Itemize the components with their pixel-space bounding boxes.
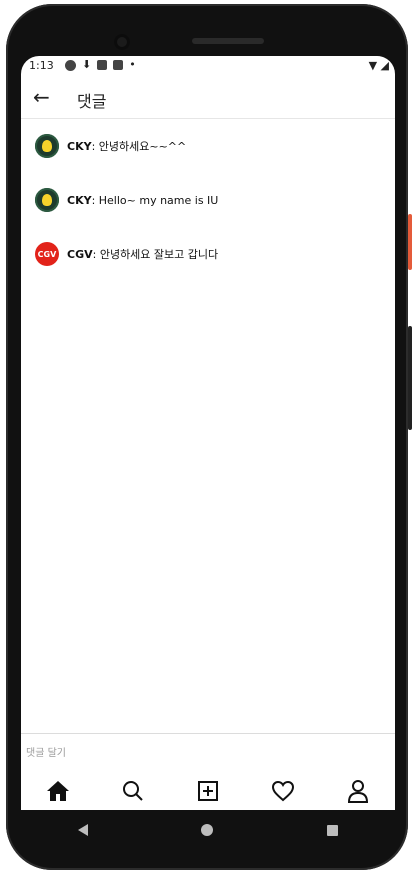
front-camera	[114, 34, 130, 50]
top-app-bar: ← 댓글	[21, 78, 395, 119]
app-notification-icon	[65, 59, 76, 71]
comment-input[interactable]	[24, 742, 388, 764]
add-post-button[interactable]	[193, 776, 223, 806]
power-button[interactable]	[408, 214, 412, 270]
home-button[interactable]	[43, 776, 73, 806]
status-time: 1:13	[29, 59, 54, 72]
heart-icon	[271, 780, 294, 801]
comment-text: CKY: Hello~ my name is IU	[67, 194, 218, 207]
comment-text: CKY: 안녕하세요~~^^	[67, 138, 186, 154]
system-back-icon[interactable]	[77, 824, 88, 836]
a-notification-icon	[97, 60, 108, 70]
back-arrow-icon[interactable]: ←	[33, 87, 50, 107]
avatar-logo-text: CGV	[37, 249, 57, 259]
comment-username[interactable]: CKY	[67, 140, 92, 153]
comment-body: : Hello~ my name is IU	[91, 193, 219, 207]
avatar[interactable]: CGV	[35, 242, 59, 266]
volume-button[interactable]	[408, 326, 412, 430]
dot-icon: •	[129, 58, 136, 71]
bottom-navigation	[21, 771, 395, 810]
page-title: 댓글	[77, 92, 107, 111]
wifi-icon: ▼	[368, 59, 378, 72]
profile-button[interactable]	[343, 776, 373, 806]
comment-item: CGV CGV: 안녕하세요 잘보고 갑니다	[21, 227, 395, 281]
image-notification-icon	[113, 60, 124, 70]
comment-text: CGV: 안녕하세요 잘보고 갑니다	[67, 246, 218, 262]
system-navigation-bar	[21, 810, 395, 850]
system-recent-apps-icon[interactable]	[327, 824, 339, 836]
status-system-icons: ▼ ◢	[369, 59, 389, 72]
system-home-icon[interactable]	[201, 824, 214, 836]
status-notification-icons: ⬇ •	[65, 58, 136, 72]
search-button[interactable]	[118, 776, 148, 806]
speaker-grille	[192, 38, 264, 44]
app-screen: 1:13 ⬇ • ▼ ◢ ← 댓글 CKY: 안녕하세요~~^^ CKY: He…	[21, 56, 395, 810]
status-bar: 1:13 ⬇ • ▼ ◢	[21, 56, 395, 76]
avatar[interactable]	[35, 134, 59, 158]
download-icon: ⬇	[82, 58, 92, 71]
comment-username[interactable]: CGV	[67, 248, 93, 261]
profile-icon	[347, 779, 368, 803]
add-box-icon	[197, 780, 218, 801]
comment-username[interactable]: CKY	[67, 194, 92, 207]
home-icon	[47, 780, 70, 801]
activity-button[interactable]	[268, 776, 298, 806]
comment-item: CKY: Hello~ my name is IU	[21, 173, 395, 227]
signal-icon: ◢	[380, 59, 389, 72]
comment-list: CKY: 안녕하세요~~^^ CKY: Hello~ my name is IU…	[21, 118, 395, 281]
search-icon	[123, 780, 143, 801]
comment-input-bar	[21, 733, 395, 772]
comment-item: CKY: 안녕하세요~~^^	[21, 119, 395, 173]
comment-body: : 안녕하세요~~^^	[91, 140, 187, 153]
comment-body: : 안녕하세요 잘보고 갑니다	[92, 248, 219, 261]
avatar[interactable]	[35, 188, 59, 212]
